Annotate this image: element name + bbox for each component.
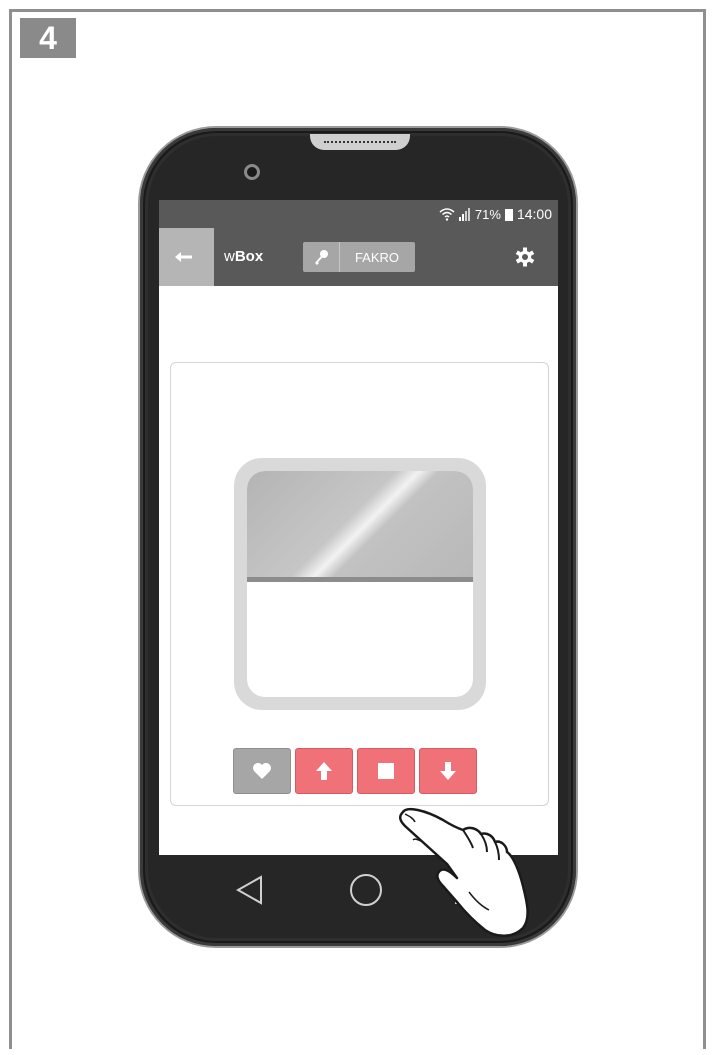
blind-shade — [247, 471, 473, 577]
key-icon — [303, 242, 340, 272]
signal-icon — [458, 207, 470, 221]
stop-icon — [378, 763, 394, 779]
heart-icon — [253, 763, 271, 779]
back-button[interactable] — [159, 228, 214, 286]
circle-home-icon[interactable] — [350, 874, 382, 906]
earpiece-speaker — [310, 134, 410, 150]
arrow-up-icon — [316, 762, 332, 780]
step-number-badge: 4 — [20, 18, 76, 58]
pointing-hand-illustration — [385, 790, 545, 940]
blind-bottom-bar — [247, 577, 473, 582]
triangle-back-icon[interactable] — [235, 875, 262, 905]
down-button[interactable] — [419, 748, 477, 794]
account-selector[interactable]: FAKRO — [303, 242, 415, 272]
status-bar: 71% 14:00 — [159, 200, 558, 228]
app-bar: wBox FAKRO — [159, 228, 558, 286]
app-title-prefix: w — [224, 248, 235, 265]
battery-percentage: 71% — [474, 206, 501, 222]
roof-window-illustration — [234, 458, 486, 710]
app-title-bold: Box — [234, 248, 264, 265]
control-buttons — [233, 748, 477, 794]
front-camera — [244, 164, 260, 180]
battery-icon — [504, 208, 513, 221]
clock: 14:00 — [516, 206, 552, 222]
wifi-icon — [439, 207, 455, 221]
window-pane — [247, 471, 473, 697]
app-title: wBox — [224, 248, 263, 265]
arrow-left-icon — [175, 252, 192, 262]
stop-button[interactable] — [357, 748, 415, 794]
favorite-button[interactable] — [233, 748, 291, 794]
arrow-down-icon — [440, 762, 456, 780]
device-card — [170, 362, 549, 806]
phone-screen: 71% 14:00 wBox FAKRO — [159, 200, 558, 855]
gear-icon[interactable] — [514, 246, 536, 268]
up-button[interactable] — [295, 748, 353, 794]
account-label: FAKRO — [354, 250, 400, 265]
